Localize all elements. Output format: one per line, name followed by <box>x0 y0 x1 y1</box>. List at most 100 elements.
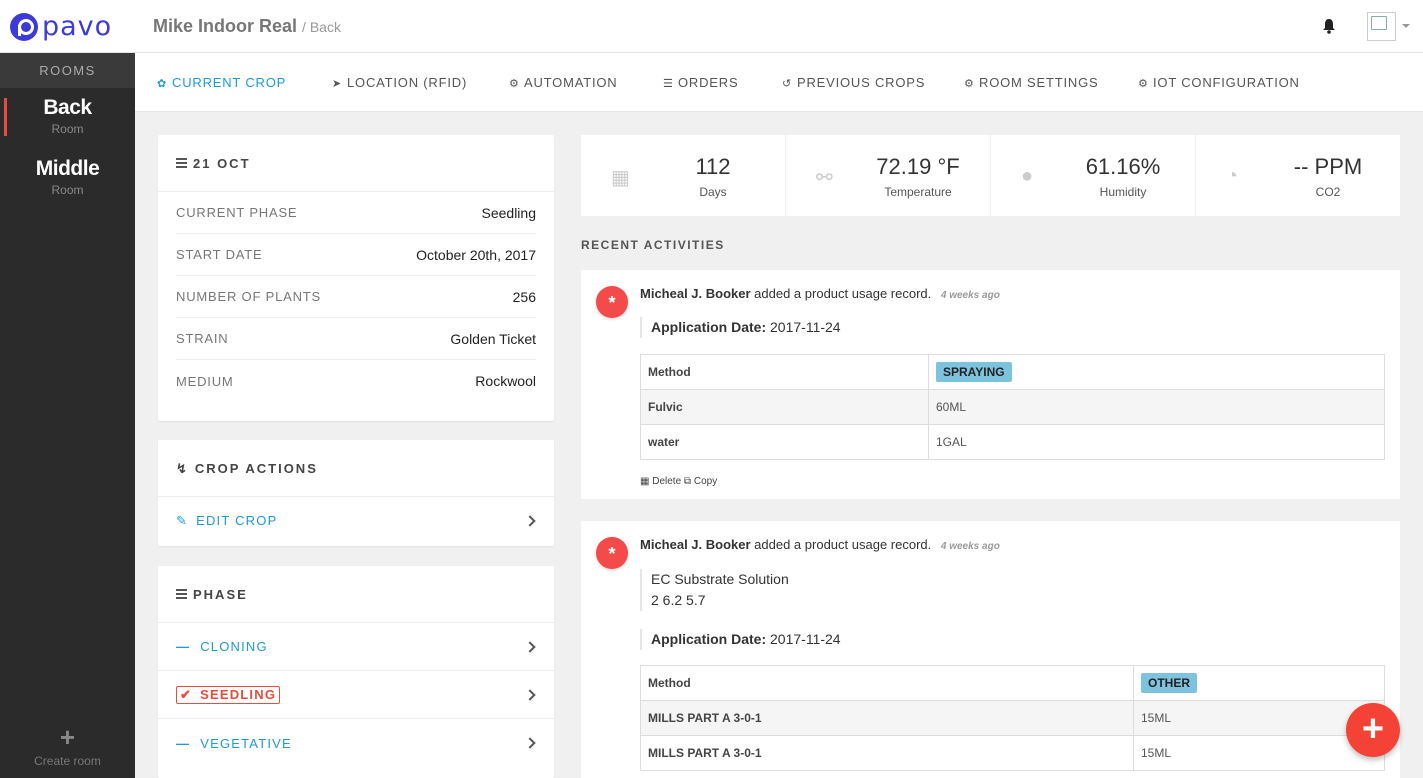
activity-header: Micheal J. Booker added a product usage … <box>640 286 1000 301</box>
sidebar-room-middle[interactable]: Middle Room <box>0 149 135 210</box>
method-badge: SPRAYING <box>936 362 1012 382</box>
table-cell-value: SPRAYING <box>928 354 1385 390</box>
phase-label-current: ✔ SEEDLING <box>176 685 281 704</box>
bolt-icon: ↯ <box>176 461 189 476</box>
application-date: Application Date: 2017-11-24 <box>640 317 841 338</box>
tab-current-crop[interactable]: ✿ CURRENT CROP <box>157 75 286 90</box>
table-row: Method OTHER <box>640 665 1385 701</box>
tab-label: CURRENT CROP <box>172 75 287 90</box>
edit-crop-text: EDIT CROP <box>196 513 278 528</box>
sidebar: ROOMS Back Room Middle Room + Create roo… <box>0 53 135 778</box>
info-row-number-of-plants: NUMBER OF PLANTS 256 <box>176 276 536 318</box>
card-title: PHASE <box>158 566 554 623</box>
activity-time: 4 weeks ago <box>940 541 1000 552</box>
info-value: October 20th, 2017 <box>416 246 536 263</box>
table-cell-value: 60ML <box>928 389 1385 425</box>
info-value: 256 <box>512 288 536 305</box>
copy-label: Copy <box>693 476 718 487</box>
tab-label: ORDERS <box>678 75 739 90</box>
copy-link[interactable]: ⧉ Copy <box>684 476 717 487</box>
check-icon: ✔ <box>180 686 193 702</box>
history-icon: ↺ <box>782 78 793 90</box>
phase-label: — CLONING <box>176 639 268 654</box>
phase-text: SEEDLING <box>200 686 277 702</box>
activity-action: added a product usage record. <box>754 537 932 552</box>
edit-crop-button[interactable]: ✎ EDIT CROP <box>158 497 554 545</box>
sidebar-room-back[interactable]: Back Room <box>0 88 135 149</box>
gauge-icon: ◔ <box>1226 165 1239 187</box>
stat-temperature: ⚯ 72.19 °F Temperature <box>786 135 991 216</box>
location-arrow-icon: ➤ <box>332 78 343 90</box>
list-icon: ☰ <box>663 78 674 90</box>
application-date-value: 2017-11-24 <box>770 319 841 335</box>
stat-label: CO2 <box>1315 185 1341 199</box>
logo-text: pavo <box>42 11 113 42</box>
table-cell-key: Method <box>640 354 929 390</box>
activity-action: added a product usage record. <box>754 286 932 301</box>
sidebar-heading: ROOMS <box>0 53 135 88</box>
tab-location-rfid[interactable]: ➤ LOCATION (RFID) <box>332 75 467 90</box>
activity-header: Micheal J. Booker added a product usage … <box>640 537 1000 552</box>
stat-days: ▦ 112 Days <box>581 135 786 216</box>
stat-humidity: ● 61.16% Humidity <box>991 135 1196 216</box>
tab-orders[interactable]: ☰ ORDERS <box>663 75 738 90</box>
plus-icon: + <box>59 722 76 752</box>
chevron-down-icon[interactable] <box>1402 24 1410 28</box>
activity-item: * Micheal J. Booker added a product usag… <box>581 521 1400 778</box>
minus-icon: — <box>176 639 191 654</box>
stat-value: -- PPM <box>1293 154 1363 179</box>
tab-automation[interactable]: ⚙ AUTOMATION <box>509 75 617 90</box>
info-label: MEDIUM <box>176 373 234 389</box>
asterisk-icon: * <box>596 537 628 569</box>
delete-label: Delete <box>652 476 682 487</box>
phase-item-cloning[interactable]: — CLONING <box>158 623 554 671</box>
info-value: Golden Ticket <box>450 330 536 347</box>
add-activity-button[interactable]: + <box>1346 703 1400 757</box>
crop-title-text: 21 OCT <box>193 156 251 171</box>
table-cell-key: Fulvic <box>640 389 929 425</box>
cogs-icon: ⚙ <box>509 78 520 90</box>
stat-value: 61.16% <box>1085 154 1161 179</box>
application-date-value: 2017-11-24 <box>770 631 841 647</box>
crop-actions-card: ↯ CROP ACTIONS ✎ EDIT CROP <box>158 440 554 546</box>
recent-activities-heading: RECENT ACTIVITIES <box>581 238 725 252</box>
phase-item-seedling[interactable]: ✔ SEEDLING <box>158 671 554 719</box>
info-row-current-phase: CURRENT PHASE Seedling <box>176 192 536 234</box>
table-row: Fulvic 60ML <box>640 389 1385 425</box>
info-row-start-date: START DATE October 20th, 2017 <box>176 234 536 276</box>
activity-user[interactable]: Micheal J. Booker <box>640 286 751 301</box>
tab-previous-crops[interactable]: ↺ PREVIOUS CROPS <box>782 75 925 90</box>
tab-iot-configuration[interactable]: ⚙ IOT CONFIGURATION <box>1138 75 1300 90</box>
card-title: ↯ CROP ACTIONS <box>158 440 554 497</box>
table-row: Method SPRAYING <box>640 354 1385 390</box>
tab-label: AUTOMATION <box>524 75 618 90</box>
stat-label: Humidity <box>1099 185 1147 199</box>
tab-room-settings[interactable]: ⚙ ROOM SETTINGS <box>964 75 1098 90</box>
tab-label: IOT CONFIGURATION <box>1153 75 1300 90</box>
phase-item-vegetative[interactable]: — VEGETATIVE <box>158 719 554 767</box>
info-value: Seedling <box>481 204 537 221</box>
table-cell-key: water <box>640 424 929 460</box>
note-line: 2 6.2 5.7 <box>651 592 706 608</box>
chevron-right-icon <box>524 688 536 701</box>
avatar[interactable] <box>1367 12 1396 41</box>
copy-icon: ⧉ <box>683 476 692 487</box>
application-date: Application Date: 2017-11-24 <box>640 629 841 650</box>
bell-icon[interactable] <box>1322 18 1336 34</box>
gear-icon: ⚙ <box>964 78 975 90</box>
activity-time: 4 weeks ago <box>940 290 1000 301</box>
activity-user[interactable]: Micheal J. Booker <box>640 537 751 552</box>
thermometer-icon: ⚯ <box>816 167 833 189</box>
room-name: Back <box>43 96 92 119</box>
info-label: CURRENT PHASE <box>176 205 298 220</box>
pavo-logo[interactable]: pavo <box>10 11 112 42</box>
create-room-button[interactable]: + Create room <box>0 722 135 768</box>
list-icon <box>176 587 187 601</box>
delete-link[interactable]: ▦ Delete <box>640 476 681 487</box>
crop-actions-title: CROP ACTIONS <box>194 461 318 476</box>
leaf-icon: ✿ <box>157 78 168 90</box>
logo-mark-icon <box>10 12 38 41</box>
chevron-right-icon <box>524 737 536 749</box>
gear-icon: ⚙ <box>1138 78 1149 90</box>
top-bar: pavo Mike Indoor Real / Back <box>0 0 1423 53</box>
